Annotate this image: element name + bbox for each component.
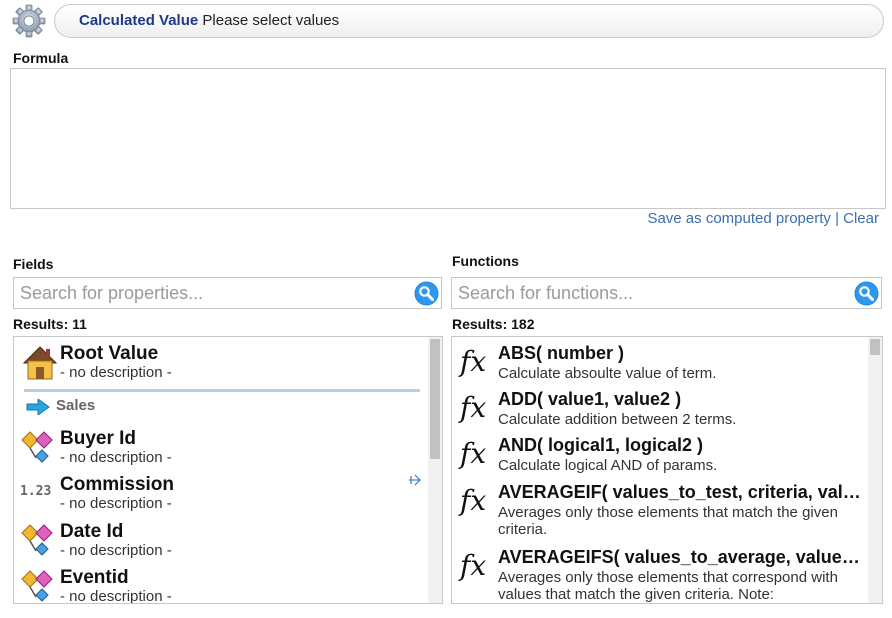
scrollbar-thumb[interactable] [430,339,440,459]
functions-label: Functions [452,253,519,269]
function-description: Calculate addition between 2 terms. [498,411,737,428]
fields-scrollbar[interactable] [428,337,442,603]
function-icon: fx [460,345,487,378]
fields-list[interactable]: Root Value - no description - Sales Buye… [13,336,443,604]
field-description: - no description - [60,542,172,559]
formula-input[interactable] [10,68,886,209]
relation-icon [21,431,53,463]
functions-scrollbar[interactable] [868,337,882,603]
title-bar: Calculated Value Please select values [54,4,884,38]
function-icon: fx [460,391,487,424]
field-description: - no description - [60,495,172,512]
field-name: Commission [60,474,175,495]
function-icon: fx [460,484,487,517]
scrollbar-thumb[interactable] [870,339,880,355]
number-icon: 1.23 [20,484,52,499]
functions-search [451,277,882,309]
expand-panel-icon[interactable] [408,474,424,486]
function-description: Averages only those elements that match … [498,504,838,538]
link-separator: | [835,210,839,227]
function-icon: fx [460,549,487,582]
function-description: Calculate logical AND of params. [498,457,718,474]
fields-label: Fields [13,256,54,272]
save-computed-property-link[interactable]: Save as computed property [647,210,830,227]
search-icon[interactable] [854,281,879,306]
group-name: Sales [56,397,96,414]
fields-search-input[interactable] [14,278,441,308]
header: Calculated Value Please select values [8,2,884,40]
house-icon [22,346,58,380]
function-signature: AVERAGEIFS( values_to_average, values_to… [498,547,868,567]
field-name: Date Id [60,521,124,542]
gear-icon [12,4,46,38]
formula-actions: Save as computed property | Clear [647,210,879,227]
fields-search [13,277,442,309]
function-signature: AND( logical1, logical2 ) [498,435,704,455]
functions-list[interactable]: fx ABS( number ) Calculate absoulte valu… [451,336,883,604]
fields-results-count: Results: 11 [13,316,87,332]
search-icon[interactable] [414,281,439,306]
relation-icon [21,524,53,556]
field-description: - no description - [60,364,172,381]
function-signature: AVERAGEIF( values_to_test, criteria, val… [498,482,868,502]
group-divider [24,389,420,392]
functions-results-count: Results: 182 [452,316,535,332]
status-message: Please select values [202,12,340,29]
arrow-right-icon [26,399,50,415]
function-icon: fx [460,437,487,470]
field-name: Eventid [60,567,129,588]
function-signature: ADD( value1, value2 ) [498,389,682,409]
relation-icon [21,570,53,602]
field-name: Root Value [60,343,159,364]
field-description: - no description - [60,588,172,604]
function-description: Calculate absoulte value of term. [498,365,717,382]
function-signature: ABS( number ) [498,343,624,363]
function-description: Averages only those elements that corres… [498,569,838,603]
page-title: Calculated Value [79,12,199,29]
clear-link[interactable]: Clear [843,210,879,227]
functions-search-input[interactable] [452,278,881,308]
field-group-sales[interactable]: Sales [24,389,420,415]
field-name: Buyer Id [60,428,137,449]
formula-label: Formula [13,50,69,66]
field-description: - no description - [60,449,172,466]
